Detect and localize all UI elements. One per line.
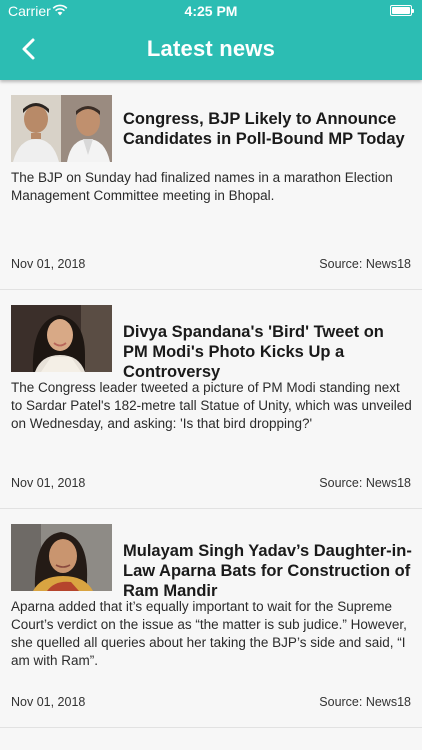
- news-summary: Aparna added that it’s equally important…: [11, 599, 407, 668]
- news-title: Mulayam Singh Yadav’s Daughter-in-Law Ap…: [123, 542, 412, 600]
- app-header: Carrier 4:25 PM Latest news: [0, 0, 422, 80]
- news-summary: The Congress leader tweeted a picture of…: [11, 380, 412, 431]
- news-thumbnail: [11, 524, 112, 591]
- news-card[interactable]: Divya Spandana's 'Bird' Tweet on PM Modi…: [0, 290, 422, 509]
- news-date: Nov 01, 2018: [11, 476, 86, 490]
- news-card[interactable]: Mulayam Singh Yadav’s Daughter-in-Law Ap…: [0, 509, 422, 728]
- news-source: Source: News18: [319, 257, 411, 271]
- news-card[interactable]: Congress, BJP Likely to Announce Candida…: [0, 80, 422, 290]
- news-summary: The BJP on Sunday had finalized names in…: [11, 170, 393, 203]
- news-title: Divya Spandana's 'Bird' Tweet on PM Modi…: [123, 323, 384, 381]
- news-thumbnail: [11, 305, 112, 372]
- news-feed[interactable]: Congress, BJP Likely to Announce Candida…: [0, 80, 422, 728]
- status-bar: Carrier 4:25 PM: [0, 0, 422, 22]
- news-source: Source: News18: [319, 695, 411, 709]
- page-title: Latest news: [146, 36, 276, 61]
- battery-icon: [390, 5, 414, 16]
- news-title: Congress, BJP Likely to Announce Candida…: [123, 110, 405, 148]
- clock: 4:25 PM: [184, 3, 238, 19]
- news-thumbnail: [11, 95, 112, 162]
- news-source: Source: News18: [319, 476, 411, 490]
- news-date: Nov 01, 2018: [11, 257, 86, 271]
- news-date: Nov 01, 2018: [11, 695, 86, 709]
